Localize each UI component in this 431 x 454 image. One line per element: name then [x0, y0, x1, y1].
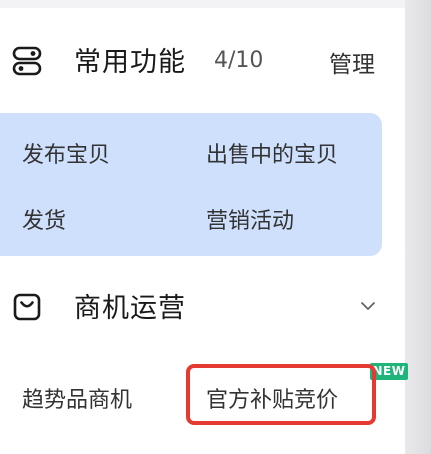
shopping-bag-icon — [13, 293, 41, 321]
func-item-on-sale[interactable]: 出售中的宝贝 — [206, 137, 338, 169]
new-badge: NEW — [370, 363, 408, 380]
manage-button[interactable]: 管理 — [329, 45, 375, 79]
common-functions-title: 常用功能 — [74, 47, 186, 78]
toggle-switches-icon — [12, 46, 42, 76]
biz-item-subsidy-bid[interactable]: 官方补贴竞价 — [206, 382, 338, 414]
chevron-down-icon[interactable] — [358, 296, 378, 316]
side-scroll-edge — [405, 0, 431, 454]
common-functions-count: 4/10 — [214, 48, 264, 73]
business-ops-header[interactable]: 商机运营 — [0, 282, 405, 332]
business-ops-title: 商机运营 — [74, 293, 186, 324]
common-functions-grid: 发布宝贝 出售中的宝贝 发货 营销活动 — [0, 113, 382, 256]
common-functions-header: 常用功能 4/10 管理 — [0, 36, 405, 86]
func-item-publish[interactable]: 发布宝贝 — [22, 137, 110, 169]
top-divider — [0, 0, 405, 8]
services-panel: 常用功能 4/10 管理 发布宝贝 出售中的宝贝 发货 营销活动 商机运营 趋势… — [0, 0, 431, 454]
func-item-ship[interactable]: 发货 — [22, 203, 66, 235]
func-item-marketing[interactable]: 营销活动 — [206, 203, 294, 235]
biz-item-trend[interactable]: 趋势品商机 — [22, 382, 132, 414]
